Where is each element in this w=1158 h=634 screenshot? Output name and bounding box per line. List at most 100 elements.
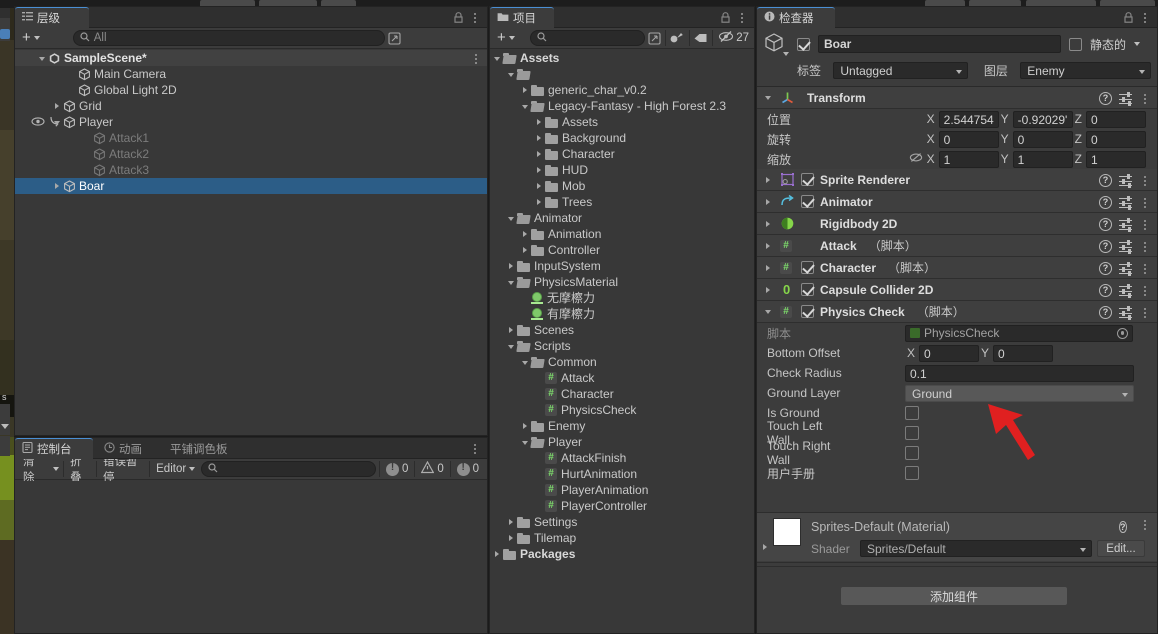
collapse-arrow-icon[interactable] <box>506 277 517 288</box>
expand-arrow-icon[interactable] <box>534 197 545 208</box>
expand-arrow-icon[interactable] <box>534 149 545 160</box>
tab-inspector[interactable]: 检查器 <box>757 7 835 28</box>
expand-arrow-icon[interactable] <box>534 133 545 144</box>
tab-tile-palette[interactable]: 平铺调色板 <box>163 438 249 459</box>
project-item-assets[interactable]: Assets <box>490 114 754 130</box>
project-item-background[interactable]: Background <box>490 130 754 146</box>
project-item-tilemap[interactable]: Tilemap <box>490 530 754 546</box>
bool-checkbox[interactable] <box>905 446 919 460</box>
gameobject-name-field[interactable]: Boar <box>818 35 1061 53</box>
component-enabled-checkbox[interactable] <box>801 283 814 296</box>
project-item-attackfinish[interactable]: # AttackFinish <box>490 450 754 466</box>
collapse-arrow-icon[interactable] <box>506 213 517 224</box>
project-lock-icon[interactable] <box>719 11 732 24</box>
component-expand-icon[interactable] <box>763 306 774 317</box>
project-item-folder[interactable] <box>490 66 754 82</box>
object-picker-icon[interactable] <box>1117 327 1128 339</box>
project-item-attack[interactable]: # Attack <box>490 370 754 386</box>
collapse-arrow-icon[interactable] <box>520 101 531 112</box>
left-strip-button[interactable] <box>0 29 10 39</box>
console-search-input[interactable] <box>201 461 377 477</box>
console-menu-icon[interactable] <box>469 441 481 456</box>
expand-arrow-icon[interactable] <box>534 117 545 128</box>
add-component-button[interactable]: 添加组件 <box>840 586 1068 606</box>
help-icon[interactable]: ? <box>1099 262 1112 275</box>
component-menu-icon[interactable] <box>1139 305 1151 320</box>
shader-edit-button[interactable]: Edit... <box>1097 540 1145 557</box>
console-error-pause-button[interactable]: 错误暂停 <box>97 456 149 484</box>
expand-arrow-icon[interactable] <box>52 181 63 192</box>
console-info-count[interactable]: 0 <box>451 461 485 478</box>
project-tree[interactable]: Assets generic_char_v0.2 Legacy-Fantasy - … <box>490 50 754 633</box>
component-header-attack[interactable]: # Attack （脚本） ? <box>757 235 1157 257</box>
expand-arrow-icon[interactable] <box>534 181 545 192</box>
collapse-arrow-icon[interactable] <box>506 69 517 80</box>
collapse-arrow-icon[interactable] <box>52 117 63 128</box>
shader-dropdown[interactable]: Sprites/Default <box>860 540 1092 557</box>
help-icon[interactable]: ? <box>1099 92 1112 105</box>
expand-arrow-icon[interactable] <box>506 517 517 528</box>
console-error-count[interactable]: 0 <box>380 461 414 478</box>
transform-1-x-field[interactable]: 0 <box>938 130 999 148</box>
collapse-arrow-icon[interactable] <box>520 357 531 368</box>
transform-2-x-field[interactable]: 1 <box>938 150 999 168</box>
hierarchy-item-grid[interactable]: Grid <box>15 98 487 114</box>
tab-console[interactable]: 控制台 <box>15 438 93 459</box>
component-menu-icon[interactable] <box>1139 195 1151 210</box>
project-item--[interactable]: 有摩檫力 <box>490 306 754 322</box>
project-item-scripts[interactable]: Scripts <box>490 338 754 354</box>
preset-icon[interactable] <box>1119 262 1132 277</box>
collapse-arrow-icon[interactable] <box>37 53 48 64</box>
collapse-arrow-icon[interactable] <box>520 437 531 448</box>
expand-arrow-icon[interactable] <box>520 245 531 256</box>
preset-icon[interactable] <box>1119 92 1132 107</box>
hidden-packages-button[interactable]: 27 <box>715 30 752 47</box>
expand-arrow-icon[interactable] <box>52 101 63 112</box>
component-menu-icon[interactable] <box>1139 217 1151 232</box>
hierarchy-lock-icon[interactable] <box>452 11 465 24</box>
expand-arrow-icon[interactable] <box>534 165 545 176</box>
component-header-sprite-renderer[interactable]: Sprite Renderer ? <box>757 169 1157 191</box>
transform-1-z-field[interactable]: 0 <box>1086 130 1146 148</box>
hierarchy-item-samplescene-[interactable]: SampleScene* <box>15 50 487 66</box>
component-expand-icon[interactable] <box>763 218 774 229</box>
component-enabled-checkbox[interactable] <box>801 305 814 318</box>
check-radius-field[interactable]: 0.1 <box>905 364 1134 382</box>
project-item-common[interactable]: Common <box>490 354 754 370</box>
project-item-physicsmaterial[interactable]: PhysicsMaterial <box>490 274 754 290</box>
project-item-playeranimation[interactable]: # PlayerAnimation <box>490 482 754 498</box>
preset-icon[interactable] <box>1119 240 1132 255</box>
hierarchy-item-attack3[interactable]: Attack3 <box>15 162 487 178</box>
transform-2-z-field[interactable]: 1 <box>1086 150 1146 168</box>
component-expand-icon[interactable] <box>763 174 774 185</box>
console-warning-count[interactable]: 0 <box>415 460 449 478</box>
expand-arrow-icon[interactable] <box>520 85 531 96</box>
transform-1-y-field[interactable]: 0 <box>1012 130 1073 148</box>
preset-icon[interactable] <box>1119 218 1132 233</box>
console-clear-button[interactable]: 清除 <box>17 456 49 484</box>
expand-arrow-icon[interactable] <box>520 229 531 240</box>
component-menu-icon[interactable] <box>1139 283 1151 298</box>
project-search-input[interactable] <box>529 30 645 46</box>
project-item--[interactable]: 无摩檫力 <box>490 290 754 306</box>
project-item-settings[interactable]: Settings <box>490 514 754 530</box>
collapse-arrow-icon[interactable] <box>492 53 503 64</box>
tab-animation[interactable]: 动画 <box>97 438 159 459</box>
bool-checkbox[interactable] <box>905 426 919 440</box>
project-item-scenes[interactable]: Scenes <box>490 322 754 338</box>
expand-arrow-icon[interactable] <box>492 549 503 560</box>
bottom-offset-y-field[interactable]: 0 <box>993 344 1054 362</box>
help-icon[interactable]: ? <box>1099 196 1112 209</box>
transform-0-z-field[interactable]: 0 <box>1086 110 1146 128</box>
component-enabled-checkbox[interactable] <box>801 261 814 274</box>
help-icon[interactable]: ? <box>1099 174 1112 187</box>
component-menu-icon[interactable] <box>1139 261 1151 276</box>
hierarchy-item-boar[interactable]: Boar <box>15 178 487 194</box>
component-menu-icon[interactable] <box>1139 173 1151 188</box>
transform-0-x-field[interactable]: 2.544754 <box>938 110 999 128</box>
tab-project[interactable]: 项目 <box>490 7 554 28</box>
project-item-animator[interactable]: Animator <box>490 210 754 226</box>
component-enabled-checkbox[interactable] <box>801 195 814 208</box>
project-item-inputsystem[interactable]: InputSystem <box>490 258 754 274</box>
help-icon[interactable]: ? <box>1099 306 1112 319</box>
